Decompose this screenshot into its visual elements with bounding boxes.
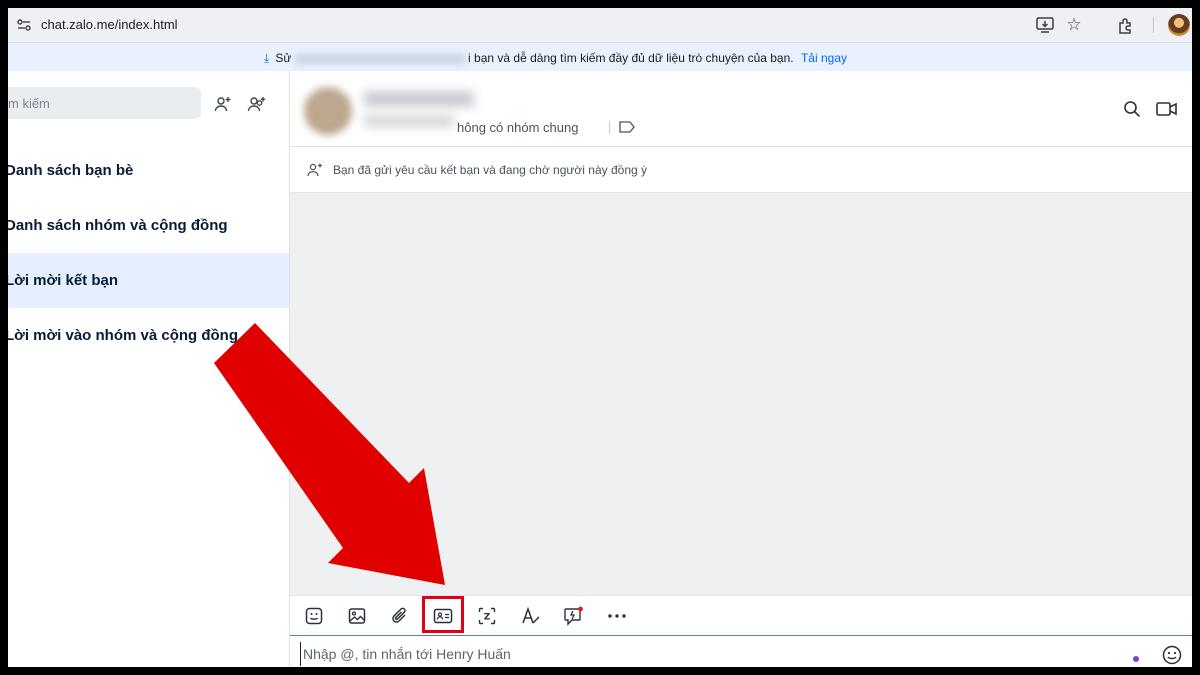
video-call-icon[interactable] <box>1154 97 1180 121</box>
create-group-icon[interactable] <box>246 93 268 115</box>
contact-avatar[interactable] <box>304 87 352 135</box>
blurred-text <box>294 52 465 65</box>
contact-subtitle-blurred <box>364 115 454 127</box>
screenshot-icon[interactable]: Z <box>475 604 499 628</box>
message-input[interactable] <box>300 642 1125 666</box>
image-icon[interactable] <box>345 604 369 628</box>
sidebar-item-friend-requests[interactable]: Lời mời kết bạn <box>8 253 289 308</box>
bookmark-star-icon[interactable]: ☆ <box>1063 14 1085 36</box>
text-format-icon[interactable] <box>519 604 543 628</box>
chat-panel: hông có nhóm chung Bạn đã gửi yêu cầu kế… <box>290 71 1192 667</box>
composer-toolbar: Z <box>290 595 1192 636</box>
add-friend-icon[interactable] <box>212 93 234 115</box>
status-dot <box>1133 656 1139 662</box>
banner-prefix: Sử <box>275 51 292 65</box>
header-divider <box>609 121 610 134</box>
banner-text: i bạn và dễ dàng tìm kiếm đầy đủ dữ liệu… <box>468 51 794 65</box>
svg-text:Z: Z <box>484 613 491 623</box>
sidebar-item-friends[interactable]: Danh sách bạn bè <box>8 143 289 198</box>
sidebar-item-label: Danh sách nhóm và cộng đồng <box>8 217 228 234</box>
friend-request-icon <box>306 161 324 179</box>
sticker-icon[interactable] <box>302 604 326 628</box>
contacts-sidebar: Danh sách bạn bè Danh sách nhóm và cộng … <box>8 71 290 667</box>
sidebar-item-label: Lời mời vào nhóm và cộng đồng <box>8 327 239 344</box>
contact-card-highlight <box>422 596 464 633</box>
more-icon[interactable] <box>605 604 629 628</box>
message-composer <box>290 635 1192 667</box>
emoji-icon[interactable] <box>1161 644 1183 666</box>
profile-avatar[interactable] <box>1168 14 1190 36</box>
notice-text: Bạn đã gửi yêu cầu kết bạn và đang chờ n… <box>333 163 648 177</box>
message-list[interactable] <box>290 193 1192 595</box>
site-settings-icon[interactable] <box>14 15 34 35</box>
browser-address-bar: chat.zalo.me/index.html ☆ <box>8 8 1192 43</box>
extensions-icon[interactable] <box>1114 14 1136 36</box>
sidebar-item-group-invites[interactable]: Lời mời vào nhóm và cộng đồng <box>8 308 289 363</box>
label-tag-icon[interactable] <box>618 118 636 136</box>
toolbar-divider <box>1153 17 1154 33</box>
friend-request-notice: Bạn đã gửi yêu cầu kết bạn và đang chờ n… <box>290 147 1192 193</box>
common-group-status: hông có nhóm chung <box>457 120 579 135</box>
chat-header: hông có nhóm chung <box>290 71 1192 147</box>
attachment-icon[interactable] <box>388 604 412 628</box>
search-box <box>8 87 201 119</box>
download-link[interactable]: Tải ngay <box>801 51 847 65</box>
search-icon[interactable] <box>1119 97 1145 121</box>
quick-message-icon[interactable] <box>562 604 586 628</box>
install-app-icon[interactable] <box>1034 14 1056 36</box>
sidebar-item-label: Danh sách bạn bè <box>8 162 134 179</box>
download-icon: ⤓ <box>264 51 270 65</box>
url-text[interactable]: chat.zalo.me/index.html <box>41 17 178 32</box>
search-input[interactable] <box>8 87 188 119</box>
app-frame: chat.zalo.me/index.html ☆ ⤓ Sử i bạn và d… <box>8 8 1192 667</box>
sidebar-item-label: Lời mời kết bạn <box>8 272 119 289</box>
download-banner: ⤓ Sử i bạn và dễ dàng tìm kiếm đầy đủ dữ … <box>8 43 1192 71</box>
sidebar-item-groups[interactable]: Danh sách nhóm và cộng đồng <box>8 198 289 253</box>
contact-name-blurred <box>364 91 474 107</box>
